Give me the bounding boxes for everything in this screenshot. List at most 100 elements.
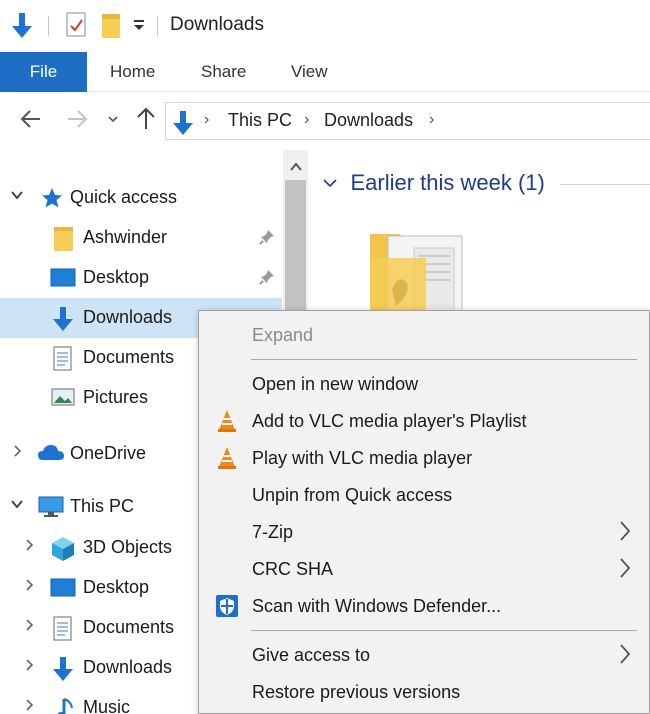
menu-item-label: Add to VLC media player's Playlist bbox=[252, 411, 527, 431]
menu-item-7-zip[interactable]: 7-Zip bbox=[199, 514, 649, 550]
recent-locations-chevron-icon[interactable] bbox=[106, 112, 120, 131]
cloud-icon bbox=[37, 442, 64, 466]
menu-item-play-with-vlc[interactable]: Play with VLC media player bbox=[199, 440, 649, 476]
tab-file[interactable]: File bbox=[0, 52, 87, 92]
download-icon[interactable] bbox=[10, 12, 34, 45]
menu-item-scan-with-windows-defender[interactable]: Scan with Windows Defender... bbox=[199, 588, 649, 624]
pin-icon[interactable] bbox=[258, 228, 276, 251]
desktop-icon bbox=[50, 266, 76, 290]
breadcrumb-chevron-icon[interactable]: › bbox=[429, 111, 434, 129]
expanded-chevron-icon[interactable] bbox=[10, 188, 24, 206]
tab-share[interactable]: Share bbox=[201, 52, 246, 92]
nav-item-label: Desktop bbox=[83, 267, 150, 287]
menu-item-label: Scan with Windows Defender... bbox=[252, 596, 502, 616]
tab-view[interactable]: View bbox=[291, 52, 328, 92]
back-arrow-icon[interactable] bbox=[18, 106, 44, 137]
menu-item-restore-previous-versions[interactable]: Restore previous versions bbox=[199, 674, 649, 710]
nav-item-label: Desktop bbox=[83, 577, 150, 597]
folder-icon bbox=[52, 226, 76, 251]
customize-toolbar-icon[interactable] bbox=[132, 18, 146, 37]
group-header[interactable]: Earlier this week (1) bbox=[322, 170, 545, 196]
menu-item-label: Restore previous versions bbox=[252, 682, 461, 702]
computer-icon bbox=[37, 495, 64, 519]
nav-item-label: Music bbox=[83, 697, 131, 714]
menu-item-label: Give access to bbox=[252, 645, 371, 665]
vlc-icon bbox=[215, 409, 239, 433]
nav-item-label: Downloads bbox=[83, 657, 173, 677]
document-icon bbox=[52, 346, 76, 371]
collapsed-chevron-icon[interactable] bbox=[10, 444, 24, 462]
menu-item-label: Play with VLC media player bbox=[252, 448, 473, 468]
scroll-up-arrow-icon[interactable] bbox=[290, 160, 302, 175]
up-arrow-icon[interactable] bbox=[135, 106, 157, 137]
forward-arrow-icon[interactable] bbox=[64, 106, 90, 137]
breadcrumb-chevron-icon[interactable]: › bbox=[204, 111, 209, 129]
nav-item-desktop[interactable]: Desktop bbox=[0, 258, 282, 298]
pictures-icon bbox=[51, 386, 75, 410]
desktop-icon bbox=[50, 576, 76, 600]
folder-item[interactable] bbox=[366, 228, 466, 318]
address-bar[interactable]: › This PC › Downloads › bbox=[165, 102, 650, 140]
collapse-group-chevron-icon[interactable] bbox=[322, 177, 342, 194]
expanded-chevron-icon[interactable] bbox=[10, 497, 24, 515]
download-icon bbox=[51, 306, 75, 331]
pin-icon[interactable] bbox=[258, 268, 276, 291]
cube-icon bbox=[51, 536, 75, 561]
title-bar: Downloads bbox=[0, 0, 650, 52]
breadcrumb-downloads[interactable]: Downloads bbox=[324, 110, 413, 131]
nav-item-label: OneDrive bbox=[70, 443, 147, 463]
navigation-bar: › This PC › Downloads › bbox=[0, 96, 650, 146]
group-divider bbox=[560, 184, 650, 185]
collapsed-chevron-icon[interactable] bbox=[22, 658, 36, 676]
menu-item-give-access-to[interactable]: Give access to bbox=[199, 637, 649, 673]
windows-defender-icon bbox=[215, 594, 239, 618]
properties-icon[interactable] bbox=[66, 12, 88, 43]
menu-separator bbox=[251, 630, 637, 631]
menu-item-expand: Expand bbox=[199, 317, 649, 353]
collapsed-chevron-icon[interactable] bbox=[22, 698, 36, 714]
menu-separator bbox=[251, 359, 637, 360]
toolbar-divider bbox=[157, 16, 158, 36]
submenu-arrow-icon bbox=[619, 643, 631, 670]
window-title: Downloads bbox=[170, 14, 264, 35]
vlc-icon bbox=[215, 446, 239, 470]
nav-item-label: Downloads bbox=[83, 307, 173, 327]
menu-item-label: Unpin from Quick access bbox=[252, 485, 453, 505]
nav-item-label: Documents bbox=[83, 347, 175, 367]
nav-item-label: This PC bbox=[70, 496, 135, 516]
collapsed-chevron-icon[interactable] bbox=[22, 578, 36, 596]
download-icon bbox=[171, 110, 195, 141]
breadcrumb-chevron-icon[interactable]: › bbox=[304, 111, 309, 129]
ribbon-tabs: File Home Share View bbox=[0, 52, 650, 92]
collapsed-chevron-icon[interactable] bbox=[22, 618, 36, 636]
toolbar-divider bbox=[48, 16, 49, 36]
menu-item-crc-sha[interactable]: CRC SHA bbox=[199, 551, 649, 587]
nav-item-label: Pictures bbox=[83, 387, 149, 407]
menu-item-label: CRC SHA bbox=[252, 559, 334, 579]
tab-home[interactable]: Home bbox=[110, 52, 155, 92]
nav-item-label: 3D Objects bbox=[83, 537, 173, 557]
context-menu: Expand Open in new window Add to VLC med… bbox=[198, 310, 650, 714]
group-header-label: Earlier this week (1) bbox=[350, 170, 545, 195]
menu-item-unpin-from-quick-access[interactable]: Unpin from Quick access bbox=[199, 477, 649, 513]
music-icon bbox=[56, 696, 80, 714]
menu-item-label: Expand bbox=[252, 325, 314, 345]
menu-item-add-to-vlc-playlist[interactable]: Add to VLC media player's Playlist bbox=[199, 403, 649, 439]
download-icon bbox=[51, 656, 75, 681]
star-icon bbox=[40, 186, 64, 210]
submenu-arrow-icon bbox=[619, 557, 631, 584]
document-icon bbox=[52, 616, 76, 641]
menu-item-open-in-new-window[interactable]: Open in new window bbox=[199, 366, 649, 402]
submenu-arrow-icon bbox=[619, 520, 631, 547]
new-folder-icon[interactable] bbox=[101, 12, 123, 45]
nav-item-label: Documents bbox=[83, 617, 175, 637]
menu-item-label: 7-Zip bbox=[252, 522, 294, 542]
collapsed-chevron-icon[interactable] bbox=[22, 538, 36, 556]
nav-item-label: Quick access bbox=[70, 187, 178, 207]
breadcrumb-this-pc[interactable]: This PC bbox=[228, 110, 292, 131]
folder-icon bbox=[370, 234, 463, 314]
nav-item-label: Ashwinder bbox=[83, 227, 168, 247]
nav-item-quick-access[interactable]: Quick access bbox=[0, 178, 282, 218]
menu-item-label: Open in new window bbox=[252, 374, 419, 394]
nav-item-ashwinder[interactable]: Ashwinder bbox=[0, 218, 282, 258]
